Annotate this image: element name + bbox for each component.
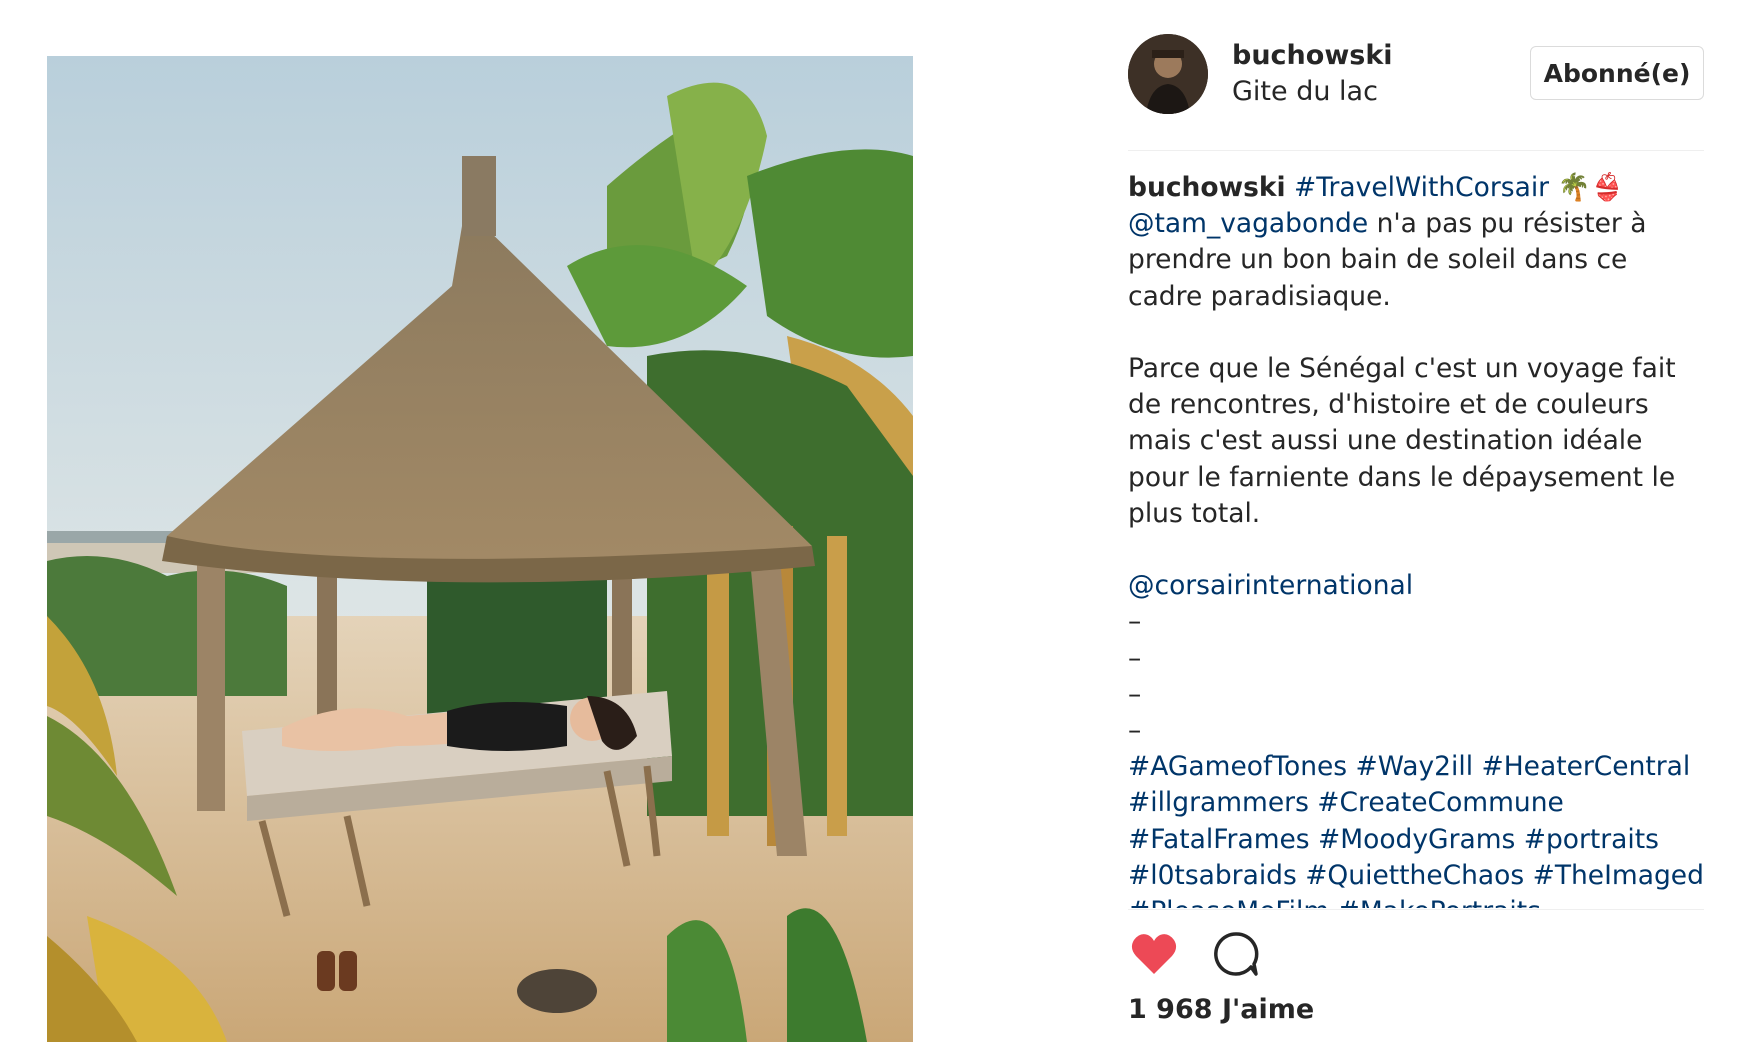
caption-dash: – <box>1128 606 1142 638</box>
caption-username[interactable]: buchowski <box>1128 172 1286 203</box>
caption-line: plus total. <box>1128 497 1261 529</box>
author-username[interactable]: buchowski <box>1232 40 1393 71</box>
mention-link[interactable]: @corsairinternational <box>1128 570 1413 601</box>
caption-dash: – <box>1128 642 1142 674</box>
comment-button[interactable] <box>1210 928 1262 980</box>
caption-text: n'a pas pu résister à <box>1368 208 1647 240</box>
hashtag-line[interactable]: #l0tsabraids #QuiettheChaos #TheImaged <box>1128 858 1704 894</box>
hashtag-line[interactable]: #illgrammers #CreateCommune <box>1128 785 1704 821</box>
caption-line: @tam_vagabonde n'a pas pu résister à <box>1128 206 1704 242</box>
mention-link[interactable]: @tam_vagabonde <box>1128 208 1368 239</box>
caption-line: buchowski #TravelWithCorsair 🌴👙 <box>1128 170 1704 206</box>
caption-line: Parce que le Sénégal c'est un voyage fai… <box>1128 353 1676 384</box>
post-caption: buchowski #TravelWithCorsair 🌴👙 @tam_vag… <box>1128 170 1704 908</box>
like-button[interactable] <box>1128 928 1180 980</box>
hashtag-line[interactable]: #FatalFrames #MoodyGrams #portraits <box>1128 822 1704 858</box>
header-divider <box>1128 150 1704 151</box>
likes-count[interactable]: 1 968 J'aime <box>1128 994 1314 1025</box>
heart-icon <box>1131 934 1177 974</box>
post-sidebar: buchowski Gite du lac Abonné(e) buchowsk… <box>1128 0 1704 1042</box>
caption-dash: – <box>1128 678 1142 710</box>
caption-line: de rencontres, d'histoire et de couleurs <box>1128 389 1649 421</box>
caption-dash: – <box>1128 715 1142 747</box>
post-photo[interactable] <box>47 56 913 1042</box>
hashtag-line[interactable]: #AGameofTones #Way2ill #HeaterCentral <box>1128 749 1704 785</box>
post-photo-image <box>47 56 913 1042</box>
emoji-text: 🌴👙 <box>1557 172 1624 203</box>
caption-spacer <box>1128 532 1704 568</box>
hashtag-link[interactable]: #TravelWithCorsair <box>1294 172 1549 203</box>
post-actions <box>1128 928 1328 980</box>
author-location[interactable]: Gite du lac <box>1232 76 1378 107</box>
avatar[interactable] <box>1128 34 1208 114</box>
avatar-image <box>1128 34 1208 114</box>
caption-line: prendre un bon bain de soleil dans ce <box>1128 244 1628 276</box>
post-header: buchowski Gite du lac Abonné(e) <box>1128 34 1704 114</box>
caption-line: @corsairinternational <box>1128 568 1704 604</box>
caption-line: mais c'est aussi une destination idéale <box>1128 425 1643 457</box>
caption-divider <box>1128 909 1704 910</box>
follow-button[interactable]: Abonné(e) <box>1530 46 1704 100</box>
comment-icon <box>1214 932 1259 976</box>
hashtag-line[interactable]: #PleaseMeFilm #MakePortraits <box>1128 894 1704 908</box>
caption-line: pour le farniente dans le dépaysement le <box>1128 461 1676 493</box>
caption-line: cadre paradisiaque. <box>1128 280 1391 312</box>
caption-spacer <box>1128 315 1704 351</box>
